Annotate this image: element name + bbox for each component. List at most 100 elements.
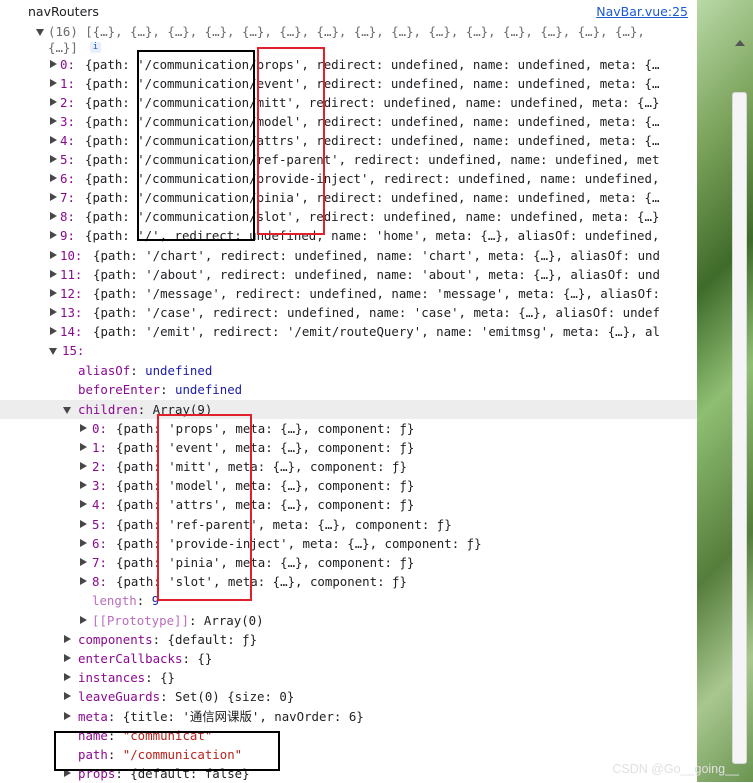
- item-value: {path: '/chart', redirect: undefined, na…: [93, 248, 660, 263]
- log-label: navRouters: [28, 4, 99, 19]
- child-index: 8:: [92, 574, 107, 589]
- tree-row[interactable]: 8: {path: 'slot', meta: {…}, component: …: [0, 572, 697, 591]
- chevron-right-icon[interactable]: [80, 558, 87, 566]
- property-line: length: 9: [92, 593, 160, 608]
- tree-row[interactable]: 14: {path: '/emit', redirect: '/emit/rou…: [0, 322, 697, 341]
- chevron-right-icon[interactable]: [80, 443, 87, 451]
- chevron-right-icon[interactable]: [80, 424, 87, 432]
- chevron-right-icon[interactable]: [50, 212, 57, 220]
- source-link[interactable]: NavBar.vue:25: [596, 4, 688, 19]
- chevron-right-icon[interactable]: [64, 673, 71, 681]
- chevron-right-icon[interactable]: [80, 481, 87, 489]
- tree-row[interactable]: enterCallbacks: {}: [0, 649, 697, 668]
- chevron-right-icon[interactable]: [80, 616, 87, 624]
- chevron-right-icon[interactable]: [50, 251, 57, 259]
- info-icon[interactable]: i: [90, 42, 101, 53]
- tree-row[interactable]: instances: {}: [0, 668, 697, 687]
- item-index: 10:: [60, 248, 83, 263]
- chevron-down-icon[interactable]: [63, 407, 71, 414]
- item-value: {path: '/emit', redirect: '/emit/routeQu…: [93, 324, 660, 339]
- item-index: 11:: [60, 267, 83, 282]
- tree-row[interactable]: 6: {path: '/communication/provide-inject…: [0, 169, 697, 188]
- chevron-down-icon[interactable]: [36, 29, 44, 36]
- chevron-right-icon[interactable]: [50, 136, 57, 144]
- item-index: 0:: [60, 57, 75, 72]
- child-index: 1:: [92, 440, 107, 455]
- tree-row[interactable]: 4: {path: 'attrs', meta: {…}, component:…: [0, 495, 697, 514]
- tree-row[interactable]: 15:: [0, 341, 697, 360]
- chevron-right-icon[interactable]: [64, 712, 71, 720]
- tree-row[interactable]: 11: {path: '/about', redirect: undefined…: [0, 265, 697, 284]
- watermark-text: CSDN @Go__going__: [612, 762, 739, 776]
- tree-row[interactable]: 6: {path: 'provide-inject', meta: {…}, c…: [0, 534, 697, 553]
- property-line: instances: {}: [78, 670, 175, 685]
- chevron-right-icon[interactable]: [50, 327, 57, 335]
- tree-row[interactable]: [[Prototype]]: Array(0): [0, 611, 697, 630]
- tree-row[interactable]: 13: {path: '/case', redirect: undefined,…: [0, 303, 697, 322]
- chevron-right-icon[interactable]: [64, 654, 71, 662]
- tree-row[interactable]: 1: {path: 'event', meta: {…}, component:…: [0, 438, 697, 457]
- property-value: {default: ƒ}: [167, 632, 258, 647]
- annotation-box-red-suffix: [257, 47, 325, 235]
- chevron-right-icon[interactable]: [80, 577, 87, 585]
- child-index: 5:: [92, 517, 107, 532]
- tree-row[interactable]: 5: {path: '/communication/ref-parent', r…: [0, 150, 697, 169]
- property-value: Set(0) {size: 0}: [174, 689, 295, 704]
- tree-row: aliasOf: undefined: [0, 361, 697, 380]
- chevron-right-icon[interactable]: [80, 500, 87, 508]
- tree-row[interactable]: 4: {path: '/communication/attrs', redire…: [0, 131, 697, 150]
- chevron-right-icon[interactable]: [80, 539, 87, 547]
- tree-row[interactable]: 1: {path: '/communication/event', redire…: [0, 74, 697, 93]
- property-key: components: [78, 632, 153, 647]
- tree-row[interactable]: 8: {path: '/communication/slot', redirec…: [0, 207, 697, 226]
- tree-row[interactable]: 7: {path: 'pinia', meta: {…}, component:…: [0, 553, 697, 572]
- tree-row[interactable]: 9: {path: '/', redirect: undefined, name…: [0, 226, 697, 245]
- chevron-right-icon[interactable]: [50, 270, 57, 278]
- tree-row[interactable]: 12: {path: '/message', redirect: undefin…: [0, 284, 697, 303]
- chevron-right-icon[interactable]: [50, 308, 57, 316]
- tree-row[interactable]: 10: {path: '/chart', redirect: undefined…: [0, 246, 697, 265]
- property-key: aliasOf: [78, 363, 131, 378]
- chevron-right-icon[interactable]: [50, 60, 57, 68]
- tree-row[interactable]: 0: {path: '/communication/props', redire…: [0, 55, 697, 74]
- tree-row[interactable]: 7: {path: '/communication/pinia', redire…: [0, 188, 697, 207]
- chevron-right-icon[interactable]: [50, 231, 57, 239]
- child-index: 2:: [92, 459, 107, 474]
- scroll-up-icon[interactable]: [735, 40, 745, 46]
- scrollbar-thumb[interactable]: [732, 92, 747, 764]
- tree-row[interactable]: 2: {path: 'mitt', meta: {…}, component: …: [0, 457, 697, 476]
- tree-row[interactable]: 0: {path: 'props', meta: {…}, component:…: [0, 419, 697, 438]
- property-line: enterCallbacks: {}: [78, 651, 213, 666]
- chevron-right-icon[interactable]: [50, 98, 57, 106]
- tree-row[interactable]: meta: {title: '通信网课版', navOrder: 6}: [0, 707, 697, 726]
- tree-row: beforeEnter: undefined: [0, 380, 697, 399]
- property-line: [[Prototype]]: Array(0): [92, 613, 264, 628]
- item-index: 9:: [60, 228, 75, 243]
- chevron-right-icon[interactable]: [64, 635, 71, 643]
- property-line: leaveGuards: Set(0) {size: 0}: [78, 689, 295, 704]
- chevron-right-icon[interactable]: [50, 193, 57, 201]
- chevron-right-icon[interactable]: [80, 520, 87, 528]
- chevron-right-icon[interactable]: [50, 289, 57, 297]
- property-line: meta: {title: '通信网课版', navOrder: 6}: [78, 709, 364, 724]
- tree-row[interactable]: components: {default: ƒ}: [0, 630, 697, 649]
- item-index: 1:: [60, 76, 75, 91]
- annotation-box-black-name-path: [54, 731, 280, 771]
- chevron-down-icon[interactable]: [49, 348, 57, 355]
- chevron-right-icon[interactable]: [50, 79, 57, 87]
- tree-row[interactable]: 2: {path: '/communication/mitt', redirec…: [0, 93, 697, 112]
- tree-row[interactable]: leaveGuards: Set(0) {size: 0}: [0, 687, 697, 706]
- chevron-right-icon[interactable]: [80, 462, 87, 470]
- chevron-right-icon[interactable]: [50, 174, 57, 182]
- tree-row[interactable]: 5: {path: 'ref-parent', meta: {…}, compo…: [0, 515, 697, 534]
- child-index: 3:: [92, 478, 107, 493]
- annotation-box-red-children: [157, 414, 252, 601]
- item-index: 8:: [60, 209, 75, 224]
- chevron-right-icon[interactable]: [50, 155, 57, 163]
- chevron-right-icon[interactable]: [64, 692, 71, 700]
- tree-row-children[interactable]: children: Array(9): [0, 400, 697, 419]
- tree-row[interactable]: 3: {path: 'model', meta: {…}, component:…: [0, 476, 697, 495]
- tree-row[interactable]: 3: {path: '/communication/model', redire…: [0, 112, 697, 131]
- chevron-right-icon[interactable]: [50, 117, 57, 125]
- property-key: leaveGuards: [78, 689, 161, 704]
